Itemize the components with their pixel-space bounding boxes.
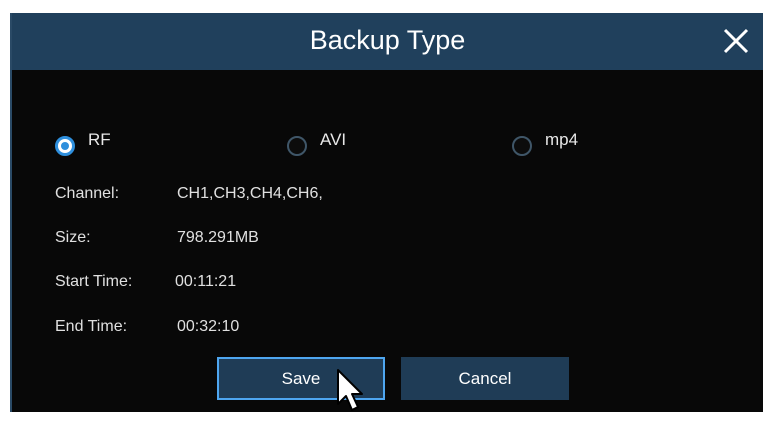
start-time-label: Start Time:: [55, 273, 133, 290]
cancel-button[interactable]: Cancel: [401, 357, 569, 400]
mouse-pointer-icon: [335, 368, 365, 418]
dialog-title: Backup Type: [309, 25, 466, 55]
start-time-value: 00:11:21: [175, 273, 237, 290]
backup-type-dialog: Backup Type RF AVI mp4 Channel: CH1,CH3,…: [10, 13, 763, 412]
size-value: 798.291MB: [177, 229, 259, 246]
dialog-titlebar: Backup Type: [12, 13, 763, 70]
end-time-value: 00:32:10: [177, 318, 240, 335]
size-label: Size:: [55, 229, 91, 246]
radio-label-avi: AVI: [320, 130, 347, 149]
end-time-label: End Time:: [55, 318, 128, 335]
radio-label-mp4: mp4: [545, 130, 579, 149]
close-icon[interactable]: [719, 24, 753, 58]
radio-unchecked-icon[interactable]: [512, 136, 532, 156]
radio-unchecked-icon[interactable]: [287, 136, 307, 156]
radio-checked-icon[interactable]: [55, 136, 75, 156]
radio-label-rf: RF: [88, 130, 111, 149]
channel-label: Channel:: [55, 185, 120, 202]
channel-value: CH1,CH3,CH4,CH6,: [177, 185, 323, 202]
